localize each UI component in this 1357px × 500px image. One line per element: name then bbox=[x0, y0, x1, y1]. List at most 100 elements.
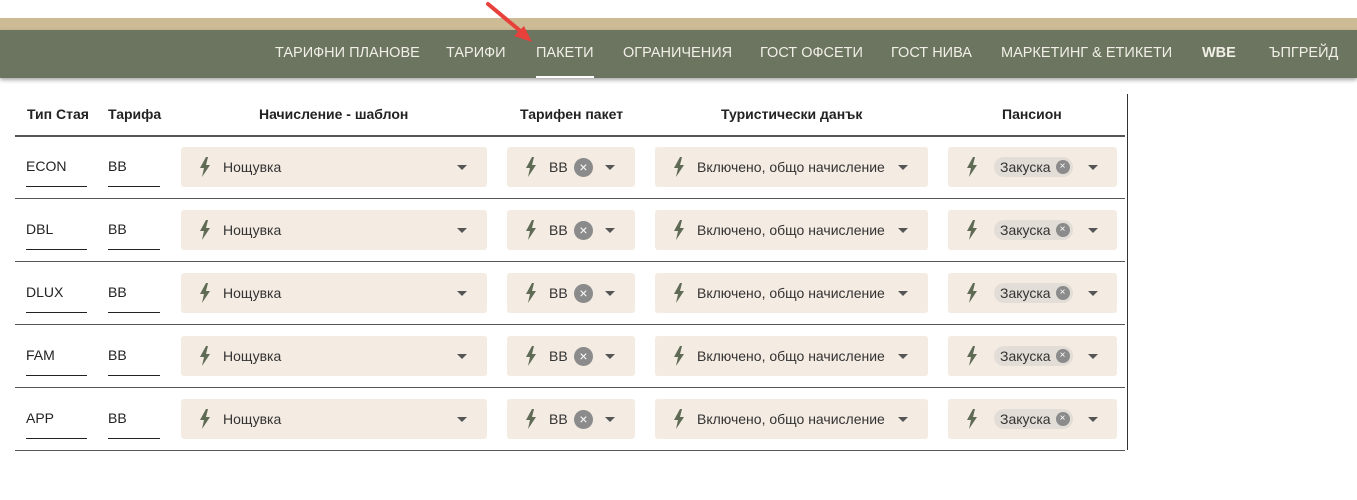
charge-template-value: Нощувка bbox=[223, 222, 282, 238]
nav-item-marketing-labels[interactable]: МАРКЕТИНГ & ЕТИКЕТИ bbox=[1001, 30, 1172, 78]
tourist-tax-select[interactable]: Включено, общо начисление bbox=[655, 399, 928, 439]
rate-field[interactable]: BB bbox=[108, 146, 160, 187]
nav-item-upgrade[interactable]: ЪПГРЕЙД bbox=[1269, 30, 1338, 78]
board-select[interactable]: Закуска × bbox=[948, 273, 1117, 313]
rate-package-value: BB bbox=[549, 348, 568, 364]
caret-down-icon[interactable] bbox=[457, 354, 467, 359]
rate-package-select[interactable]: BB × bbox=[507, 399, 635, 439]
rate-value: BB bbox=[108, 410, 127, 426]
rate-field[interactable]: BB bbox=[108, 209, 160, 250]
clear-circle-icon[interactable]: × bbox=[574, 410, 593, 429]
nav-item-packages[interactable]: ПАКЕТИ bbox=[536, 30, 594, 78]
rate-package-select[interactable]: BB × bbox=[507, 147, 635, 187]
clear-circle-icon[interactable]: × bbox=[574, 284, 593, 303]
clear-circle-icon[interactable]: × bbox=[1055, 160, 1070, 174]
board-select[interactable]: Закуска × bbox=[948, 399, 1117, 439]
board-select[interactable]: Закуска × bbox=[948, 336, 1117, 376]
charge-template-select[interactable]: Нощувка bbox=[181, 336, 487, 376]
board-select[interactable]: Закуска × bbox=[948, 210, 1117, 250]
caret-down-icon[interactable] bbox=[898, 354, 908, 359]
room-type-field[interactable]: DLUX bbox=[26, 272, 87, 313]
lightning-bolt-icon bbox=[199, 283, 211, 303]
nav-item-rate-plans[interactable]: ТАРИФНИ ПЛАНОВЕ bbox=[275, 30, 420, 78]
charge-template-select[interactable]: Нощувка bbox=[181, 147, 487, 187]
tourist-tax-value: Включено, общо начисление bbox=[697, 222, 885, 238]
clear-circle-icon[interactable]: × bbox=[1055, 286, 1070, 300]
table-row: FAM BB Нощувка BB × Включено, общо начисление… bbox=[15, 325, 1125, 388]
header-rate-package: Тарифен пакет bbox=[520, 106, 624, 122]
charge-template-select[interactable]: Нощувка bbox=[181, 273, 487, 313]
rate-value: BB bbox=[108, 284, 127, 300]
caret-down-icon[interactable] bbox=[605, 291, 615, 296]
row-divider bbox=[15, 449, 1125, 451]
header-tourist-tax: Туристически данък bbox=[721, 106, 863, 122]
tourist-tax-select[interactable]: Включено, общо начисление bbox=[655, 147, 928, 187]
clear-circle-icon[interactable]: × bbox=[1055, 223, 1070, 237]
tourist-tax-select[interactable]: Включено, общо начисление bbox=[655, 273, 928, 313]
caret-down-icon[interactable] bbox=[1088, 165, 1098, 170]
rate-value: BB bbox=[108, 347, 127, 363]
caret-down-icon[interactable] bbox=[1088, 291, 1098, 296]
clear-circle-icon[interactable]: × bbox=[574, 158, 593, 177]
lightning-bolt-icon bbox=[199, 409, 211, 429]
room-type-field[interactable]: FAM bbox=[26, 335, 87, 376]
clear-circle-icon[interactable]: × bbox=[1055, 412, 1070, 426]
clear-circle-icon[interactable]: × bbox=[1055, 349, 1070, 363]
board-chip[interactable]: Закуска × bbox=[994, 346, 1073, 366]
room-type-field[interactable]: ECON bbox=[26, 146, 87, 187]
nav-item-guest-levels[interactable]: ГОСТ НИВА bbox=[891, 30, 972, 78]
rate-package-select[interactable]: BB × bbox=[507, 336, 635, 376]
board-chip[interactable]: Закуска × bbox=[994, 157, 1073, 177]
board-select[interactable]: Закуска × bbox=[948, 147, 1117, 187]
caret-down-icon[interactable] bbox=[457, 291, 467, 296]
caret-down-icon[interactable] bbox=[1088, 354, 1098, 359]
caret-down-icon[interactable] bbox=[605, 228, 615, 233]
rate-package-value: BB bbox=[549, 222, 568, 238]
board-chip[interactable]: Закуска × bbox=[994, 409, 1073, 429]
room-type-field[interactable]: APP bbox=[26, 398, 87, 439]
caret-down-icon[interactable] bbox=[898, 291, 908, 296]
lightning-bolt-icon bbox=[525, 409, 537, 429]
caret-down-icon[interactable] bbox=[898, 228, 908, 233]
rate-field[interactable]: BB bbox=[108, 272, 160, 313]
caret-down-icon[interactable] bbox=[1088, 228, 1098, 233]
lightning-bolt-icon bbox=[525, 346, 537, 366]
top-strip bbox=[0, 0, 1357, 18]
caret-down-icon[interactable] bbox=[898, 165, 908, 170]
board-chip[interactable]: Закуска × bbox=[994, 283, 1073, 303]
clear-circle-icon[interactable]: × bbox=[574, 221, 593, 240]
table-row: DLUX BB Нощувка BB × Включено, общо начислени… bbox=[15, 262, 1125, 325]
nav-item-guest-offsets[interactable]: ГОСТ ОФСЕТИ bbox=[760, 30, 863, 78]
caret-down-icon[interactable] bbox=[457, 417, 467, 422]
board-chip-label: Закуска bbox=[1000, 348, 1051, 364]
tourist-tax-select[interactable]: Включено, общо начисление bbox=[655, 210, 928, 250]
caret-down-icon[interactable] bbox=[605, 417, 615, 422]
rate-package-select[interactable]: BB × bbox=[507, 210, 635, 250]
caret-down-icon[interactable] bbox=[457, 228, 467, 233]
caret-down-icon[interactable] bbox=[1088, 417, 1098, 422]
charge-template-select[interactable]: Нощувка bbox=[181, 210, 487, 250]
board-chip-label: Закуска bbox=[1000, 411, 1051, 427]
nav-item-restrictions[interactable]: ОГРАНИЧЕНИЯ bbox=[623, 30, 732, 78]
caret-down-icon[interactable] bbox=[457, 165, 467, 170]
caret-down-icon[interactable] bbox=[605, 354, 615, 359]
room-type-field[interactable]: DBL bbox=[26, 209, 87, 250]
caret-down-icon[interactable] bbox=[898, 417, 908, 422]
tourist-tax-select[interactable]: Включено, общо начисление bbox=[655, 336, 928, 376]
tourist-tax-value: Включено, общо начисление bbox=[697, 285, 885, 301]
rate-value: BB bbox=[108, 221, 127, 237]
packages-table: Тип Стая Тарифа Начисление - шаблон Тари… bbox=[15, 94, 1128, 451]
tourist-tax-value: Включено, общо начисление bbox=[697, 411, 885, 427]
nav-item-wbe[interactable]: WBE bbox=[1202, 30, 1236, 78]
charge-template-value: Нощувка bbox=[223, 411, 282, 427]
lightning-bolt-icon bbox=[673, 409, 685, 429]
rate-package-select[interactable]: BB × bbox=[507, 273, 635, 313]
rate-field[interactable]: BB bbox=[108, 335, 160, 376]
caret-down-icon[interactable] bbox=[605, 165, 615, 170]
board-chip[interactable]: Закуска × bbox=[994, 220, 1073, 240]
lightning-bolt-icon bbox=[673, 346, 685, 366]
charge-template-select[interactable]: Нощувка bbox=[181, 399, 487, 439]
rate-field[interactable]: BB bbox=[108, 398, 160, 439]
clear-circle-icon[interactable]: × bbox=[574, 347, 593, 366]
lightning-bolt-icon bbox=[966, 346, 978, 366]
